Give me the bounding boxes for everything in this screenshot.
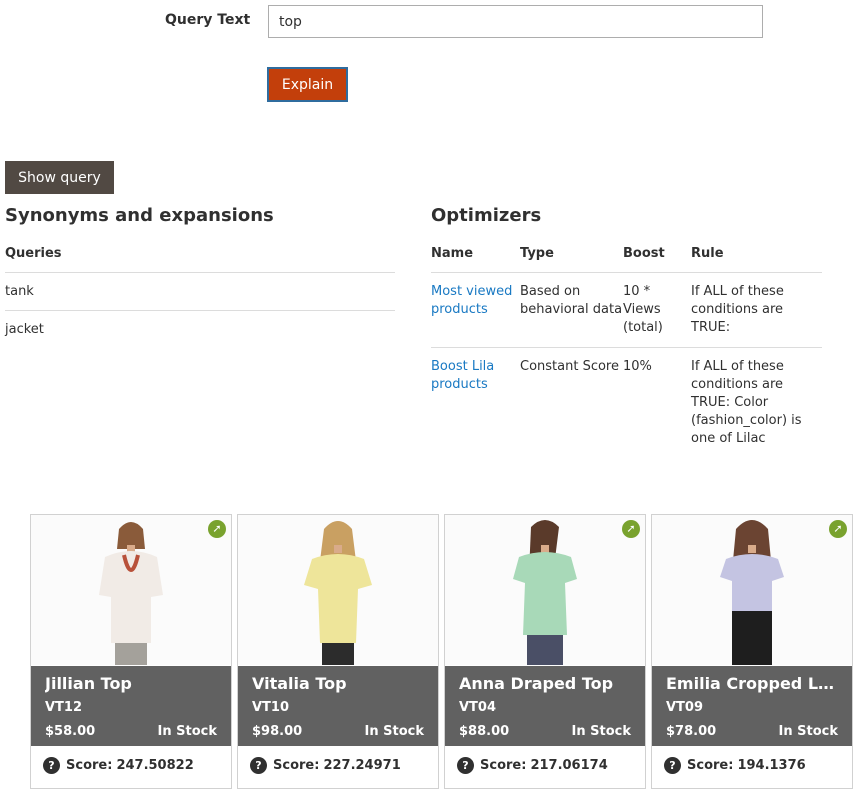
score-label: Score: (480, 758, 527, 773)
optimizer-type-cell: Constant Score (520, 358, 619, 374)
product-price: $58.00 (45, 724, 96, 739)
product-price: $98.00 (252, 724, 303, 739)
arrow-up-right-icon[interactable]: ➚ (829, 520, 847, 538)
synonyms-header-row: Queries (5, 236, 395, 273)
product-card[interactable]: ➚ Emilia Cropped Lac... VT09 $78.00 In S… (651, 514, 853, 789)
product-name[interactable]: Emilia Cropped Lac... (666, 674, 838, 693)
optimizer-name-cell: Most viewed products (431, 272, 520, 348)
optimizers-table: Name Type Boost Rule Most viewed product… (431, 236, 822, 458)
shirt-shape (99, 551, 163, 643)
product-sku: VT09 (666, 700, 704, 715)
optimizer-rule-cell: If ALL of these conditions are TRUE: (691, 272, 822, 348)
table-row: Most viewed products Based on behavioral… (431, 272, 822, 348)
synonym-query-cell: tank (5, 272, 395, 311)
product-photo (513, 520, 577, 665)
stock-status: In Stock (157, 724, 217, 739)
product-name[interactable]: Vitalia Top (252, 674, 424, 693)
score-value: 247.50822 (116, 758, 194, 773)
optimizer-rule-cell: If ALL of these conditions are TRUE: Col… (691, 358, 802, 446)
product-score: ? Score: 227.24971 (250, 757, 401, 774)
product-photo (304, 521, 372, 665)
optimizer-boost-cell: 10% (623, 358, 652, 374)
question-circle-icon[interactable]: ? (250, 757, 267, 774)
query-text-label: Query Text (165, 12, 251, 28)
product-sku: VT10 (252, 700, 290, 715)
optimizer-boost-cell: 10 * Views (total) (623, 272, 691, 348)
arrow-up-right-icon[interactable]: ➚ (208, 520, 226, 538)
score-label: Score: (66, 758, 113, 773)
score-value: 194.1376 (737, 758, 806, 773)
product-sku: VT12 (45, 700, 83, 715)
explain-button[interactable]: Explain (267, 67, 348, 102)
score-value: 217.06174 (530, 758, 608, 773)
product-image[interactable]: ➚ (31, 515, 231, 665)
stock-status: In Stock (778, 724, 838, 739)
product-price: $78.00 (666, 724, 717, 739)
boost-column-header: Boost (623, 236, 691, 273)
rule-column-header: Rule (691, 236, 822, 273)
shirt-shape (304, 554, 372, 643)
optimizer-name-link[interactable]: Most viewed products (431, 284, 512, 317)
product-name[interactable]: Jillian Top (45, 674, 217, 693)
product-photo (99, 522, 163, 665)
product-card[interactable]: ➚ Anna Draped Top VT04 $88.00 In Stock ?… (444, 514, 646, 789)
product-info: Emilia Cropped Lac... VT09 $78.00 In Sto… (652, 666, 852, 746)
stock-status: In Stock (364, 724, 424, 739)
product-name[interactable]: Anna Draped Top (459, 674, 631, 693)
optimizer-name-link[interactable]: Boost Lila products (431, 359, 494, 392)
optimizers-header-row: Name Type Boost Rule (431, 236, 822, 273)
synonyms-title: Synonyms and expansions (5, 205, 274, 226)
score-label: Score: (273, 758, 320, 773)
table-row: jacket (5, 310, 395, 348)
product-info: Anna Draped Top VT04 $88.00 In Stock (445, 666, 645, 746)
score-label: Score: (687, 758, 734, 773)
product-card[interactable]: Vitalia Top VT10 $98.00 In Stock ? Score… (237, 514, 439, 789)
product-score: ? Score: 194.1376 (664, 757, 806, 774)
name-column-header: Name (431, 236, 520, 273)
product-image[interactable]: ➚ (652, 515, 852, 665)
shirt-shape (720, 554, 784, 611)
question-circle-icon[interactable]: ? (457, 757, 474, 774)
stock-status: In Stock (571, 724, 631, 739)
arrow-up-right-icon[interactable]: ➚ (622, 520, 640, 538)
question-circle-icon[interactable]: ? (664, 757, 681, 774)
product-info: Jillian Top VT12 $58.00 In Stock (31, 666, 231, 746)
product-score: ? Score: 217.06174 (457, 757, 608, 774)
synonym-query-cell: jacket (5, 321, 44, 337)
product-sku: VT04 (459, 700, 497, 715)
show-query-button[interactable]: Show query (5, 161, 114, 194)
product-grid: ➚ Jillian Top VT12 $58.00 In Stock ? Sco… (30, 514, 854, 790)
queries-column-header: Queries (5, 236, 395, 273)
optimizers-title: Optimizers (431, 205, 542, 226)
product-info: Vitalia Top VT10 $98.00 In Stock (238, 666, 438, 746)
score-value: 227.24971 (323, 758, 401, 773)
table-row: Boost Lila products Constant Score 10% I… (431, 347, 822, 458)
type-column-header: Type (520, 236, 623, 273)
optimizer-type-cell: Based on behavioral data (520, 272, 623, 348)
product-score: ? Score: 247.50822 (43, 757, 194, 774)
shirt-shape (513, 552, 577, 635)
product-photo (720, 520, 784, 665)
product-card[interactable]: ➚ Jillian Top VT12 $58.00 In Stock ? Sco… (30, 514, 232, 789)
question-circle-icon[interactable]: ? (43, 757, 60, 774)
table-row: tank (5, 272, 395, 311)
optimizer-name-cell: Boost Lila products (431, 347, 520, 458)
product-image[interactable]: ➚ (445, 515, 645, 665)
product-image[interactable] (238, 515, 438, 665)
query-text-input[interactable] (268, 5, 763, 38)
product-price: $88.00 (459, 724, 510, 739)
synonyms-table: Queries tank jacket (5, 236, 395, 348)
